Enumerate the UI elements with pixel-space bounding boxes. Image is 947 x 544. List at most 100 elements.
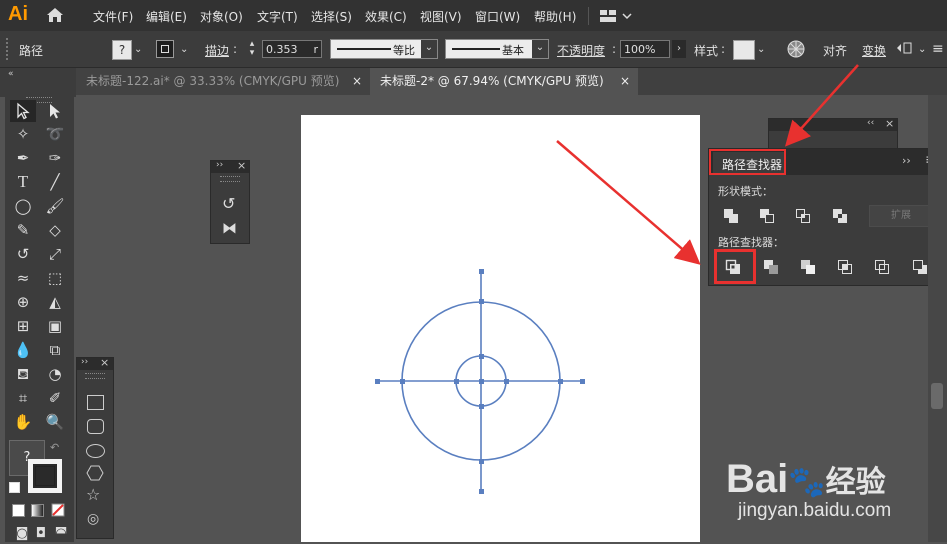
stroke-colon: : <box>233 42 238 56</box>
menu-type[interactable]: 文字(T) <box>257 8 298 25</box>
isolate-object-icon[interactable] <box>895 40 915 58</box>
menu-help[interactable]: 帮助(H) <box>534 8 576 25</box>
flyout-expand-icon[interactable]: ›› <box>81 357 88 367</box>
shaper-tool-icon[interactable]: ✎ <box>13 220 33 240</box>
stroke-width-unit: r <box>313 43 318 56</box>
stub-close-icon[interactable]: × <box>885 117 894 130</box>
menu-effect[interactable]: 效果(C) <box>365 8 407 25</box>
app-logo: Ai <box>8 3 28 25</box>
curvature-tool-icon[interactable]: ✑ <box>45 148 65 168</box>
rectangle-tool-icon[interactable] <box>87 395 104 410</box>
magic-wand-tool-icon[interactable]: ✧ <box>13 124 33 144</box>
pen-tool-icon[interactable]: ✒ <box>13 148 33 168</box>
color-mode-icon[interactable] <box>12 504 25 517</box>
stroke-width-input[interactable]: 0.353 r <box>262 40 322 58</box>
scrollbar-thumb[interactable] <box>931 383 943 409</box>
mesh-tool-icon[interactable]: ⊞ <box>13 316 33 336</box>
home-icon[interactable] <box>46 7 64 23</box>
selection-tool-icon[interactable] <box>14 102 32 120</box>
variable-width-profile[interactable]: 等比 ⌄ <box>330 39 438 59</box>
baidu-watermark-url: jingyan.baidu.com <box>738 500 892 521</box>
shape-builder-tool-icon[interactable]: ⊕ <box>13 292 33 312</box>
column-graph-tool-icon[interactable]: ◔ <box>45 364 65 384</box>
rotate-tool-icon[interactable]: ↺ <box>222 194 235 213</box>
annotation-arrows <box>556 64 859 265</box>
menu-window[interactable]: 窗口(W) <box>475 8 520 25</box>
menu-select[interactable]: 选择(S) <box>311 8 352 25</box>
minus-back-icon[interactable] <box>912 259 928 275</box>
stroke-label[interactable]: 描边 <box>205 42 229 59</box>
gradient-mode-icon[interactable] <box>31 504 44 517</box>
flyout-expand-icon[interactable]: ›› <box>216 160 223 170</box>
lasso-tool-icon[interactable]: ➰ <box>45 124 65 144</box>
hand-tool-icon[interactable]: ✋ <box>13 412 33 432</box>
profile-label: 等比 <box>393 44 415 57</box>
ellipse-tool-icon[interactable] <box>86 444 105 458</box>
fill-dropdown-icon[interactable]: ⌄ <box>134 44 142 55</box>
slice-tool-icon[interactable]: ✐ <box>45 388 65 408</box>
free-transform-tool-icon[interactable]: ⬚ <box>45 268 65 288</box>
eyedropper-tool-icon[interactable]: 💧 <box>13 340 33 360</box>
tab-close-icon[interactable]: × <box>352 68 362 95</box>
blend-tool-icon[interactable]: ⧉ <box>45 340 65 360</box>
polygon-tool-icon[interactable] <box>86 465 104 481</box>
menu-object[interactable]: 对象(O) <box>200 8 243 25</box>
tab-title: 未标题-122.ai* @ 33.33% (CMYK/GPU 预览) <box>86 74 340 88</box>
opacity-colon: : <box>612 42 617 56</box>
stroke-color-swatch[interactable] <box>28 459 62 493</box>
arrow-to-pathfinder-title <box>784 64 859 147</box>
paintbrush-tool-icon[interactable]: 🖌 <box>45 196 65 216</box>
gradient-tool-icon[interactable]: ▣ <box>45 316 65 336</box>
default-colors-icon[interactable] <box>9 482 20 493</box>
swap-fill-stroke-icon[interactable]: ↶ <box>50 441 59 454</box>
rotate-tool-icon[interactable]: ↺ <box>13 244 33 264</box>
baidu-watermark-logo: Bai🐾经验 <box>726 457 886 501</box>
menu-bar <box>0 0 947 31</box>
reflect-tool-icon[interactable]: ⧓ <box>222 219 237 237</box>
style-colon: : <box>721 42 726 56</box>
artboard-tool-icon[interactable]: ⌗ <box>13 388 33 408</box>
star-tool-icon[interactable]: ☆ <box>86 485 100 504</box>
scale-tool-icon[interactable]: ⤢ <box>45 244 65 264</box>
menu-divider <box>588 7 589 25</box>
tab-document-1[interactable]: 未标题-122.ai* @ 33.33% (CMYK/GPU 预览) × <box>76 68 370 95</box>
draw-normal-icon[interactable]: ◙ <box>12 524 32 544</box>
stroke-swatch[interactable] <box>156 40 174 58</box>
style-dropdown-icon[interactable]: ⌄ <box>757 44 765 55</box>
direct-selection-tool-icon[interactable] <box>46 102 64 120</box>
draw-behind-icon[interactable]: ◘ <box>31 524 51 544</box>
flare-tool-icon[interactable]: ◎ <box>87 511 99 527</box>
flyout-close-icon[interactable]: × <box>237 159 246 172</box>
isolate-dropdown-icon[interactable]: ⌄ <box>918 44 926 55</box>
shapes-tool-flyout: ›› × ☆ ◎ <box>76 356 114 539</box>
menu-edit[interactable]: 编辑(E) <box>146 8 187 25</box>
control-bar-grip <box>6 38 10 60</box>
brush-label: 基本 <box>502 44 524 57</box>
stroke-stepper-icon[interactable]: ▴ ▾ <box>246 40 258 58</box>
ellipse-tool-icon[interactable]: ◯ <box>13 196 33 216</box>
zoom-tool-icon[interactable]: 🔍 <box>45 412 65 432</box>
fill-swatch[interactable]: ? <box>112 40 132 60</box>
rotate-tool-flyout: ›› × ↺ ⧓ <box>210 159 250 244</box>
selection-type-label: 路径 <box>19 44 44 58</box>
rounded-rectangle-tool-icon[interactable] <box>87 419 104 434</box>
menu-view[interactable]: 视图(V) <box>420 8 462 25</box>
draw-inside-icon[interactable]: ◚ <box>51 524 71 544</box>
width-tool-icon[interactable]: ≈ <box>13 268 33 288</box>
type-tool-icon[interactable]: T <box>13 172 33 192</box>
symbol-sprayer-tool-icon[interactable]: ⛾ <box>13 364 33 384</box>
arrow-to-divide-button <box>556 140 701 265</box>
workspace-switcher-icon[interactable] <box>599 8 633 24</box>
none-mode-icon[interactable] <box>51 503 65 517</box>
vertical-scrollbar[interactable] <box>928 95 947 542</box>
eraser-tool-icon[interactable]: ◇ <box>45 220 65 240</box>
stroke-dropdown-icon[interactable]: ⌄ <box>180 44 188 55</box>
panel-collapse-icon[interactable]: ›› <box>902 154 911 167</box>
flyout-close-icon[interactable]: × <box>100 356 109 369</box>
line-tool-icon[interactable]: ╱ <box>45 172 65 192</box>
toolbar-header: « <box>0 68 76 97</box>
brush-definition[interactable]: 基本 ⌄ <box>445 39 549 59</box>
control-bar-menu-icon[interactable]: ≡ <box>932 42 944 56</box>
perspective-grid-tool-icon[interactable]: ◭ <box>45 292 65 312</box>
menu-file[interactable]: 文件(F) <box>93 8 133 25</box>
